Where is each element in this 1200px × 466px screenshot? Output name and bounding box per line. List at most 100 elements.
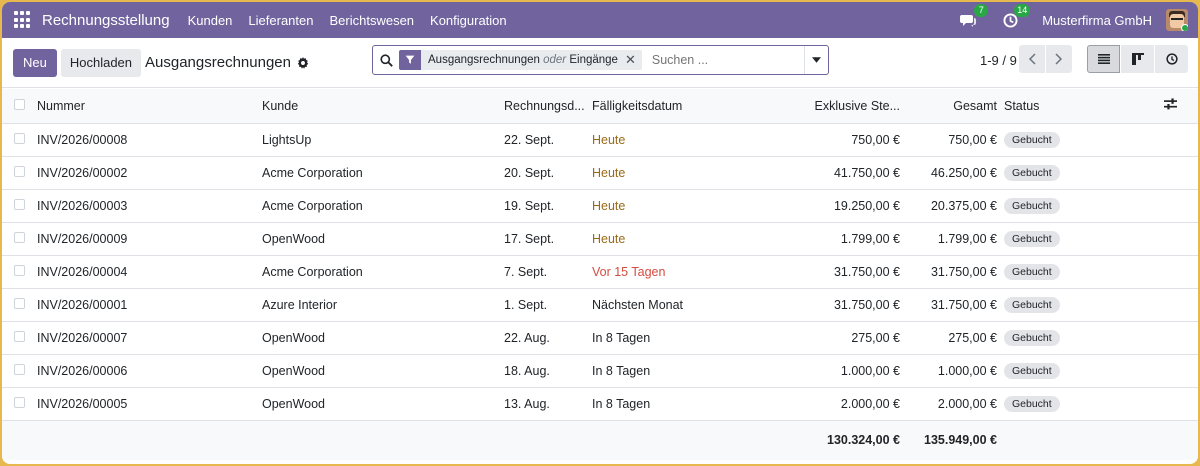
- amount-excl-tax[interactable]: 31.750,00 €: [732, 288, 907, 322]
- table-row[interactable]: INV/2026/00007 OpenWood 22. Aug. In 8 Tagen…: [2, 321, 1198, 355]
- table-row[interactable]: INV/2026/00001 Azure Interior 1. Sept. Näch…: [2, 288, 1198, 322]
- company-switcher[interactable]: Musterfirma GmbH: [1042, 13, 1152, 28]
- gear-icon[interactable]: [297, 56, 309, 69]
- amount-total[interactable]: 1.799,00 €: [907, 222, 1004, 256]
- table-row[interactable]: INV/2026/00006 OpenWood 18. Aug. In 8 Tagen…: [2, 354, 1198, 388]
- table-row[interactable]: INV/2026/00008 LightsUp 22. Sept. Heute 750,…: [2, 123, 1198, 157]
- activities-button[interactable]: 14: [1000, 4, 1031, 30]
- app-brand[interactable]: Rechnungsstellung: [42, 12, 170, 29]
- table-row[interactable]: INV/2026/00009 OpenWood 17. Sept. Heute 1.79…: [2, 222, 1198, 256]
- row-checkbox[interactable]: [2, 288, 37, 322]
- amount-total[interactable]: 2.000,00 €: [907, 387, 1004, 421]
- filter-facet[interactable]: Ausgangsrechnungen oder Eingänge ✕: [399, 50, 642, 70]
- table-row[interactable]: INV/2026/00002 Acme Corporation 20. Sept. H…: [2, 156, 1198, 190]
- due-date[interactable]: Heute: [592, 123, 732, 157]
- due-date[interactable]: In 8 Tagen: [592, 387, 732, 421]
- menu-kunden[interactable]: Kunden: [188, 13, 233, 28]
- row-checkbox[interactable]: [2, 321, 37, 355]
- amount-excl-tax[interactable]: 41.750,00 €: [732, 156, 907, 190]
- due-date[interactable]: Nächsten Monat: [592, 288, 732, 322]
- activity-view-button[interactable]: [1155, 45, 1188, 73]
- amount-excl-tax[interactable]: 19.250,00 €: [732, 189, 907, 223]
- amount-total[interactable]: 275,00 €: [907, 321, 1004, 355]
- amount-excl-tax[interactable]: 31.750,00 €: [732, 255, 907, 289]
- header-number[interactable]: Nummer: [37, 89, 262, 124]
- invoice-number[interactable]: INV/2026/00008: [37, 123, 262, 157]
- new-button[interactable]: Neu: [13, 48, 57, 77]
- pager-value[interactable]: 1-9 / 9: [980, 53, 1017, 68]
- due-date[interactable]: In 8 Tagen: [592, 321, 732, 355]
- header-status[interactable]: Status: [1004, 89, 1164, 124]
- invoice-date[interactable]: 22. Sept.: [504, 123, 592, 157]
- amount-excl-tax[interactable]: 275,00 €: [732, 321, 907, 355]
- table-row[interactable]: INV/2026/00003 Acme Corporation 19. Sept. H…: [2, 189, 1198, 223]
- customer-name[interactable]: Acme Corporation: [262, 255, 504, 289]
- invoice-date[interactable]: 7. Sept.: [504, 255, 592, 289]
- menu-konfiguration[interactable]: Konfiguration: [430, 13, 507, 28]
- header-invoice-date[interactable]: Rechnungsd...: [504, 89, 592, 124]
- upload-button[interactable]: Hochladen: [60, 48, 142, 77]
- table-row[interactable]: INV/2026/00005 OpenWood 13. Aug. In 8 Tagen…: [2, 387, 1198, 421]
- invoice-date[interactable]: 22. Aug.: [504, 321, 592, 355]
- row-checkbox[interactable]: [2, 123, 37, 157]
- amount-excl-tax[interactable]: 2.000,00 €: [732, 387, 907, 421]
- amount-total[interactable]: 31.750,00 €: [907, 255, 1004, 289]
- header-customer[interactable]: Kunde: [262, 89, 504, 124]
- row-checkbox[interactable]: [2, 354, 37, 388]
- customer-name[interactable]: OpenWood: [262, 222, 504, 256]
- amount-total[interactable]: 750,00 €: [907, 123, 1004, 157]
- pager-previous-button[interactable]: [1019, 45, 1045, 73]
- due-date[interactable]: Heute: [592, 222, 732, 256]
- amount-excl-tax[interactable]: 750,00 €: [732, 123, 907, 157]
- invoice-date[interactable]: 13. Aug.: [504, 387, 592, 421]
- table-row[interactable]: INV/2026/00004 Acme Corporation 7. Sept. Vo…: [2, 255, 1198, 289]
- row-checkbox[interactable]: [2, 387, 37, 421]
- header-due-date[interactable]: Fälligkeitsdatum: [592, 89, 732, 124]
- pager-next-button[interactable]: [1046, 45, 1072, 73]
- row-checkbox[interactable]: [2, 255, 37, 289]
- amount-total[interactable]: 1.000,00 €: [907, 354, 1004, 388]
- close-icon[interactable]: ✕: [625, 52, 642, 68]
- invoice-number[interactable]: INV/2026/00002: [37, 156, 262, 190]
- row-checkbox[interactable]: [2, 189, 37, 223]
- apps-icon[interactable]: [14, 11, 32, 29]
- customer-name[interactable]: Azure Interior: [262, 288, 504, 322]
- search-icon[interactable]: [373, 53, 399, 67]
- invoice-number[interactable]: INV/2026/00005: [37, 387, 262, 421]
- customer-name[interactable]: OpenWood: [262, 354, 504, 388]
- customer-name[interactable]: LightsUp: [262, 123, 504, 157]
- customer-name[interactable]: Acme Corporation: [262, 189, 504, 223]
- customer-name[interactable]: OpenWood: [262, 321, 504, 355]
- amount-total[interactable]: 31.750,00 €: [907, 288, 1004, 322]
- due-date[interactable]: In 8 Tagen: [592, 354, 732, 388]
- messages-button[interactable]: 7: [958, 4, 989, 30]
- invoice-number[interactable]: INV/2026/00004: [37, 255, 262, 289]
- optional-columns-button[interactable]: [1164, 89, 1198, 124]
- header-excl-tax[interactable]: Exklusive Ste...: [732, 89, 907, 124]
- invoice-number[interactable]: INV/2026/00006: [37, 354, 262, 388]
- invoice-number[interactable]: INV/2026/00007: [37, 321, 262, 355]
- select-all-checkbox[interactable]: [2, 89, 37, 124]
- invoice-number[interactable]: INV/2026/00009: [37, 222, 262, 256]
- due-date[interactable]: Heute: [592, 156, 732, 190]
- invoice-number[interactable]: INV/2026/00001: [37, 288, 262, 322]
- invoice-date[interactable]: 1. Sept.: [504, 288, 592, 322]
- invoice-date[interactable]: 18. Aug.: [504, 354, 592, 388]
- amount-total[interactable]: 46.250,00 €: [907, 156, 1004, 190]
- user-avatar[interactable]: [1166, 9, 1188, 31]
- customer-name[interactable]: OpenWood: [262, 387, 504, 421]
- list-view-button[interactable]: [1087, 45, 1120, 73]
- invoice-date[interactable]: 17. Sept.: [504, 222, 592, 256]
- amount-excl-tax[interactable]: 1.799,00 €: [732, 222, 907, 256]
- menu-berichtswesen[interactable]: Berichtswesen: [329, 13, 414, 28]
- row-checkbox[interactable]: [2, 156, 37, 190]
- menu-lieferanten[interactable]: Lieferanten: [248, 13, 313, 28]
- customer-name[interactable]: Acme Corporation: [262, 156, 504, 190]
- amount-excl-tax[interactable]: 1.000,00 €: [732, 354, 907, 388]
- row-checkbox[interactable]: [2, 222, 37, 256]
- search-options-toggle[interactable]: [804, 46, 828, 74]
- due-date[interactable]: Vor 15 Tagen: [592, 255, 732, 289]
- invoice-date[interactable]: 19. Sept.: [504, 189, 592, 223]
- invoice-date[interactable]: 20. Sept.: [504, 156, 592, 190]
- kanban-view-button[interactable]: [1121, 45, 1154, 73]
